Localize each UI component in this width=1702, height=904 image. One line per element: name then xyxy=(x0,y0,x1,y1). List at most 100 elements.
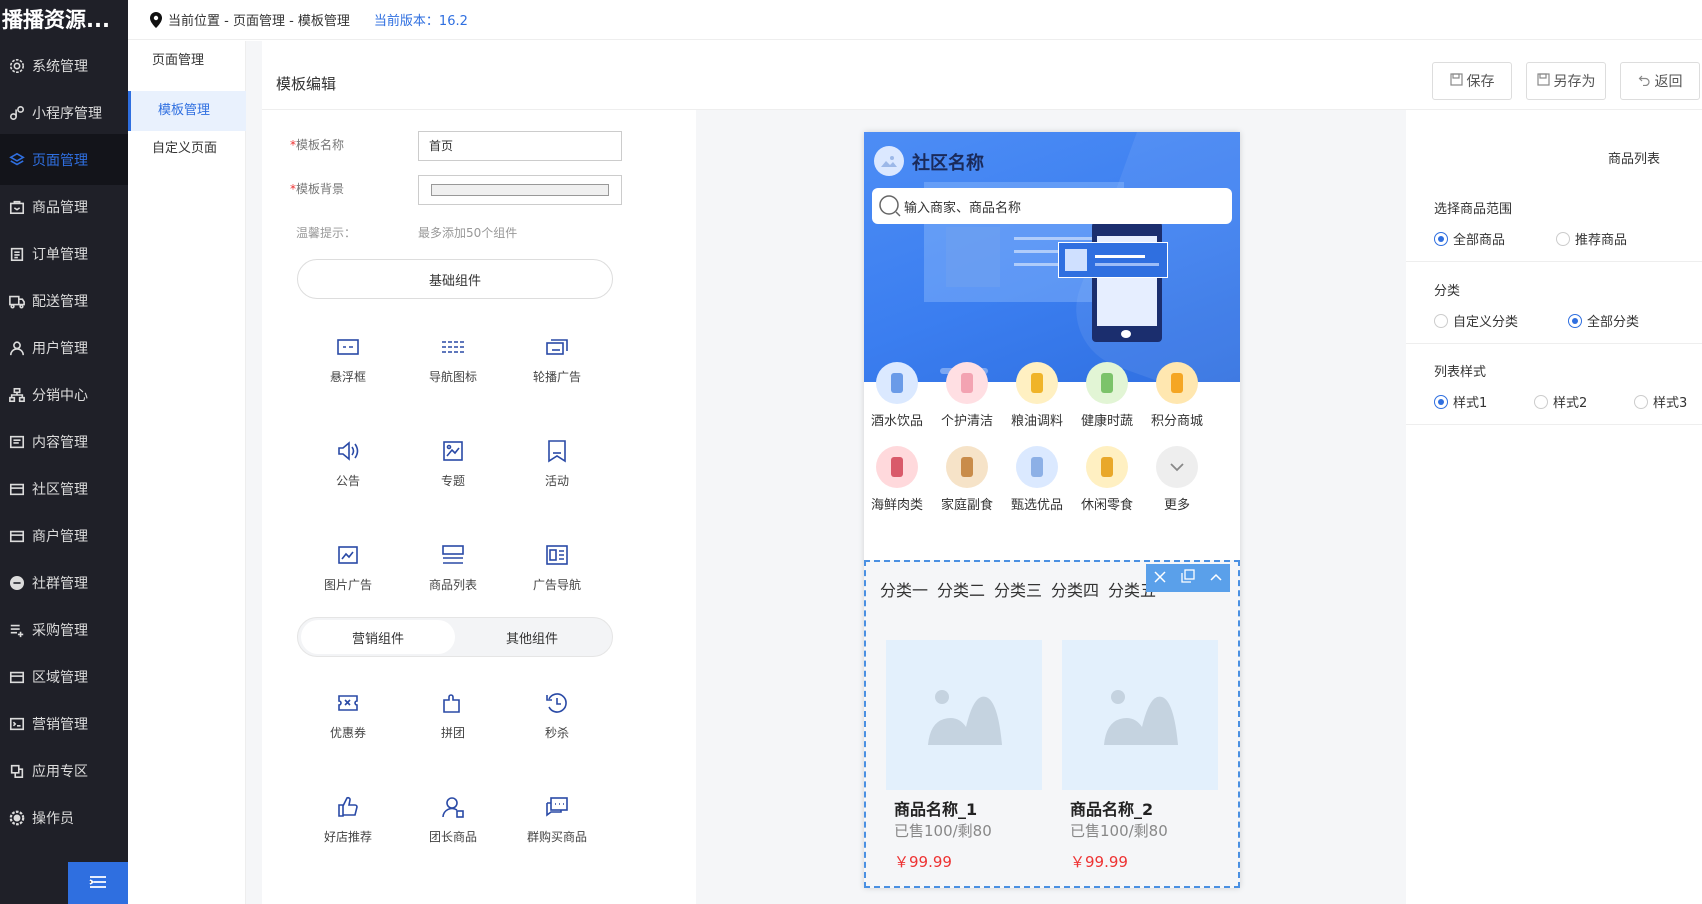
copy-icon[interactable] xyxy=(1180,568,1196,588)
chevron-up-icon[interactable] xyxy=(1209,569,1223,588)
close-icon[interactable] xyxy=(1153,569,1167,588)
sidebar-item-16[interactable]: 操作员 xyxy=(0,792,128,843)
category-nav-item[interactable]: 粮油调料 xyxy=(1002,362,1072,429)
category-tab[interactable]: 分类三 xyxy=(994,577,1042,601)
sidebar-item-12[interactable]: 采购管理 xyxy=(0,604,128,655)
top-bar: 当前位置 - 页面管理 - 模板管理 当前版本：16.2 xyxy=(128,0,1702,40)
collapse-menu-button[interactable] xyxy=(68,862,128,904)
component-group-purchase[interactable]: 群购买商品 xyxy=(512,794,602,845)
radio-dot xyxy=(1434,313,1448,328)
template-bg-label: *模板背景 xyxy=(290,182,345,196)
sidebar-item-7[interactable]: 分销中心 xyxy=(0,369,128,420)
radio-all-products[interactable]: 全部商品 xyxy=(1434,229,1505,248)
component-label: 活动 xyxy=(544,474,569,488)
component-image-ad[interactable]: 图片广告 xyxy=(303,542,393,593)
content-icon xyxy=(8,433,26,451)
sidebar-item-15[interactable]: 应用专区 xyxy=(0,745,128,796)
region-icon xyxy=(8,668,26,686)
component-activity[interactable]: 活动 xyxy=(512,438,602,489)
component-group-buy[interactable]: 拼团 xyxy=(408,690,498,741)
template-bg-picker[interactable] xyxy=(418,175,622,205)
radio-style-2[interactable]: 样式2 xyxy=(1534,392,1587,411)
marketing-icon xyxy=(8,715,26,733)
sidebar-item-label: 分销中心 xyxy=(32,387,88,404)
component-notice[interactable]: 公告 xyxy=(303,438,393,489)
basic-components-group[interactable]: 基础组件 xyxy=(297,259,613,299)
template-name-label: *模板名称 xyxy=(290,138,345,152)
sidebar-item-label: 区域管理 xyxy=(32,669,88,686)
category-nav-item[interactable]: 家庭副食 xyxy=(932,446,1002,513)
category-tab[interactable]: 分类一 xyxy=(880,577,928,601)
chevron-down-icon xyxy=(1156,446,1198,488)
component-float-box[interactable]: 悬浮框 xyxy=(303,334,393,385)
template-name-input[interactable]: 首页 xyxy=(418,131,622,161)
subnav-template-management[interactable]: 模板管理 xyxy=(128,91,246,131)
category-label: 甄选优品 xyxy=(1010,498,1063,513)
component-nav-icon[interactable]: 导航图标 xyxy=(408,334,498,385)
sidebar-item-label: 采购管理 xyxy=(32,622,88,639)
radio-label: 样式2 xyxy=(1553,396,1588,411)
radio-style-1[interactable]: 样式1 xyxy=(1434,392,1487,411)
sidebar-item-3[interactable]: 商品管理 xyxy=(0,181,128,232)
subnav-custom-page[interactable]: 自定义页面 xyxy=(128,129,246,169)
category-nav-item[interactable]: 甄选优品 xyxy=(1002,446,1072,513)
product-card[interactable]: 商品名称_1 已售100/剩80 ￥99.99 xyxy=(886,640,1042,872)
sidebar-item-label: 营销管理 xyxy=(32,716,88,733)
component-shop-recommend[interactable]: 好店推荐 xyxy=(303,794,393,845)
category-label: 休闲零食 xyxy=(1080,498,1133,513)
sidebar-item-6[interactable]: 用户管理 xyxy=(0,322,128,373)
component-topic[interactable]: 专题 xyxy=(408,438,498,489)
component-label: 悬浮框 xyxy=(329,370,366,384)
category-image xyxy=(946,446,988,488)
sidebar-item-label: 社群管理 xyxy=(32,575,88,592)
component-label: 图片广告 xyxy=(323,578,372,592)
sidebar-item-13[interactable]: 区域管理 xyxy=(0,651,128,702)
sidebar-item-2[interactable]: 页面管理 xyxy=(0,134,128,185)
category-nav-item[interactable]: 个护清洁 xyxy=(932,362,1002,429)
sidebar-item-8[interactable]: 内容管理 xyxy=(0,416,128,467)
component-carousel-ad[interactable]: 轮播广告 xyxy=(512,334,602,385)
search-icon xyxy=(878,194,902,218)
category-nav-item[interactable]: 健康时蔬 xyxy=(1072,362,1142,429)
sidebar-item-9[interactable]: 社区管理 xyxy=(0,463,128,514)
sidebar-item-label: 系统管理 xyxy=(32,58,88,75)
sidebar-item-11[interactable]: 社群管理 xyxy=(0,557,128,608)
user-icon xyxy=(8,339,26,357)
radio-custom-category[interactable]: 自定义分类 xyxy=(1434,311,1518,330)
category-nav-item[interactable]: 休闲零食 xyxy=(1072,446,1142,513)
sidebar-item-label: 小程序管理 xyxy=(32,105,102,122)
sidebar-item-14[interactable]: 营销管理 xyxy=(0,698,128,749)
radio-style-3[interactable]: 样式3 xyxy=(1634,392,1687,411)
radio-all-category[interactable]: 全部分类 xyxy=(1568,311,1639,330)
tab-marketing-components[interactable]: 营销组件 xyxy=(301,620,455,654)
sidebar-item-5[interactable]: 配送管理 xyxy=(0,275,128,326)
component-coupon[interactable]: 优惠券 xyxy=(303,690,393,741)
component-ad-nav[interactable]: 广告导航 xyxy=(512,542,602,593)
component-product-list[interactable]: 商品列表 xyxy=(408,542,498,593)
tab-other-components[interactable]: 其他组件 xyxy=(455,620,609,654)
save-as-button[interactable]: 另存为 xyxy=(1526,62,1606,100)
save-button[interactable]: 保存 xyxy=(1432,62,1512,100)
category-nav-item[interactable]: 海鲜肉类 xyxy=(864,446,932,513)
search-bar[interactable]: 输入商家、商品名称 xyxy=(872,188,1232,224)
category-nav-item[interactable]: 积分商城 xyxy=(1142,362,1212,429)
product-card[interactable]: 商品名称_2 已售100/剩80 ￥99.99 xyxy=(1062,640,1218,872)
component-flash-sale[interactable]: 秒杀 xyxy=(512,690,602,741)
search-placeholder: 输入商家、商品名称 xyxy=(904,200,1022,216)
sidebar-item-0[interactable]: 系统管理 xyxy=(0,40,128,91)
back-button[interactable]: 返回 xyxy=(1620,62,1700,100)
radio-label: 全部商品 xyxy=(1453,233,1506,248)
category-nav-item[interactable]: 更多 xyxy=(1142,446,1212,513)
category-tab[interactable]: 分类二 xyxy=(937,577,985,601)
sidebar-item-4[interactable]: 订单管理 xyxy=(0,228,128,279)
category-tab[interactable]: 分类四 xyxy=(1051,577,1099,601)
product-price: ￥99.99 xyxy=(894,853,952,871)
sidebar-item-1[interactable]: 小程序管理 xyxy=(0,87,128,138)
subnav-page-management[interactable]: 页面管理 xyxy=(128,41,246,81)
component-leader-product[interactable]: 团长商品 xyxy=(408,794,498,845)
sidebar-item-10[interactable]: 商户管理 xyxy=(0,510,128,561)
phone-illustration xyxy=(1092,222,1162,342)
category-nav-item[interactable]: 酒水饮品 xyxy=(864,362,932,429)
radio-recommended-products[interactable]: 推荐商品 xyxy=(1556,229,1627,248)
phone-preview: 社区名称 输入商家、商品名称 酒水饮品 个护清洁 粮油调料 健康时蔬 积分商城 海鲜肉类 家… xyxy=(864,132,1240,888)
